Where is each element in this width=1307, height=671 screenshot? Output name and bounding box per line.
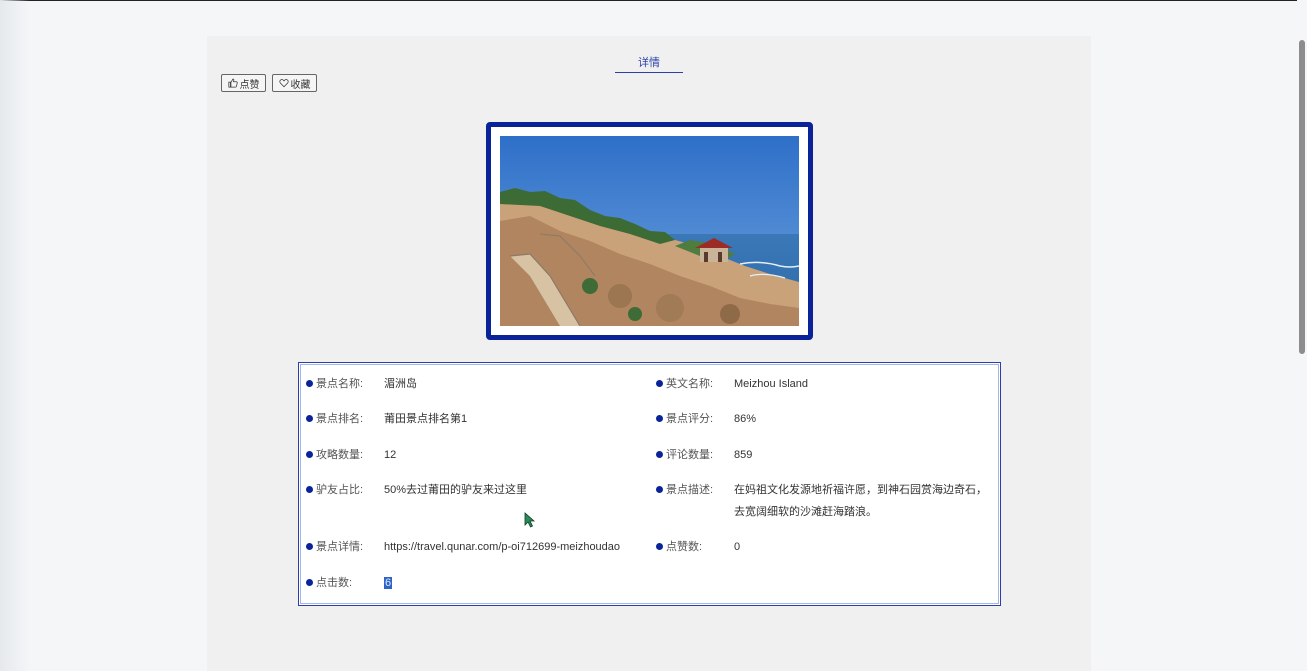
detail-value: 50%去过莆田的驴友来过这里 bbox=[384, 484, 528, 496]
bullet-icon bbox=[656, 485, 663, 493]
detail-url[interactable]: https://travel.qunar.com/p-oi712699-meiz… bbox=[384, 536, 620, 558]
bullet-icon bbox=[306, 485, 313, 493]
detail-row-score: 景点评分: 86% bbox=[656, 408, 756, 430]
detail-row-guides: 攻略数量: 12 bbox=[306, 444, 396, 466]
bullet-icon bbox=[656, 450, 663, 458]
bullet-icon bbox=[306, 414, 313, 422]
detail-value: 0 bbox=[734, 541, 741, 553]
bullet-icon bbox=[656, 414, 663, 422]
detail-row-url: 景点详情: https://travel.qunar.com/p-oi71269… bbox=[306, 536, 620, 558]
detail-label: 英文名称: bbox=[666, 378, 714, 390]
photo-frame bbox=[486, 122, 813, 340]
detail-row-likes: 点赞数: 0 bbox=[656, 536, 740, 558]
detail-value-wrap: 6 bbox=[384, 572, 393, 594]
detail-label: 评论数量: bbox=[666, 449, 714, 461]
bullet-icon bbox=[656, 542, 663, 550]
window-top-border bbox=[0, 0, 1307, 1]
heart-icon bbox=[278, 79, 289, 88]
detail-value: 86% bbox=[734, 413, 757, 425]
detail-label: 景点评分: bbox=[666, 413, 714, 425]
detail-row-description: 景点描述: 在妈祖文化发源地祈福许愿，到神石园赏海边奇石，去宽阔细软的沙滩赶海踏… bbox=[656, 479, 987, 518]
detail-label: 点赞数: bbox=[666, 541, 703, 553]
detail-row-english-name: 英文名称: Meizhou Island bbox=[656, 373, 808, 395]
detail-value: 湄洲岛 bbox=[384, 378, 417, 390]
detail-row-travelers: 驴友占比: 50%去过莆田的驴友来过这里 bbox=[306, 479, 527, 501]
bullet-icon bbox=[306, 542, 313, 550]
detail-label: 景点详情: bbox=[316, 541, 364, 553]
detail-row-comments: 评论数量: 859 bbox=[656, 444, 752, 466]
detail-value: 12 bbox=[384, 449, 397, 461]
detail-value: 859 bbox=[734, 449, 753, 461]
page-title: 详情 bbox=[615, 56, 683, 73]
detail-label: 驴友占比: bbox=[316, 484, 364, 496]
detail-label: 景点排名: bbox=[316, 413, 364, 425]
scenic-photo bbox=[500, 136, 799, 326]
thumbs-up-icon bbox=[227, 78, 238, 88]
selected-click-count: 6 bbox=[384, 577, 393, 589]
detail-label: 点击数: bbox=[316, 577, 353, 589]
bullet-icon bbox=[306, 379, 313, 387]
detail-label: 景点描述: bbox=[666, 484, 714, 496]
detail-label: 攻略数量: bbox=[316, 449, 364, 461]
left-shade bbox=[0, 0, 30, 671]
bullet-icon bbox=[306, 450, 313, 458]
detail-value: Meizhou Island bbox=[734, 378, 808, 390]
detail-row-rank: 景点排名: 莆田景点排名第1 bbox=[306, 408, 467, 430]
like-label: 点赞 bbox=[239, 79, 260, 91]
favorite-label: 收藏 bbox=[290, 79, 311, 91]
like-button[interactable]: 点赞 bbox=[221, 74, 266, 92]
detail-row-name: 景点名称: 湄洲岛 bbox=[306, 373, 417, 395]
favorite-button[interactable]: 收藏 bbox=[272, 74, 317, 92]
detail-value: 在妈祖文化发源地祈福许愿，到神石园赏海边奇石，去宽阔细软的沙滩赶海踏浪。 bbox=[734, 484, 987, 518]
bullet-icon bbox=[656, 379, 663, 387]
scrollbar-thumb[interactable] bbox=[1299, 40, 1305, 354]
detail-row-clicks: 点击数: 6 bbox=[306, 572, 393, 594]
detail-label: 景点名称: bbox=[316, 378, 364, 390]
bullet-icon bbox=[306, 578, 313, 586]
mouse-cursor-icon bbox=[524, 512, 536, 528]
detail-value: 莆田景点排名第1 bbox=[384, 413, 468, 425]
